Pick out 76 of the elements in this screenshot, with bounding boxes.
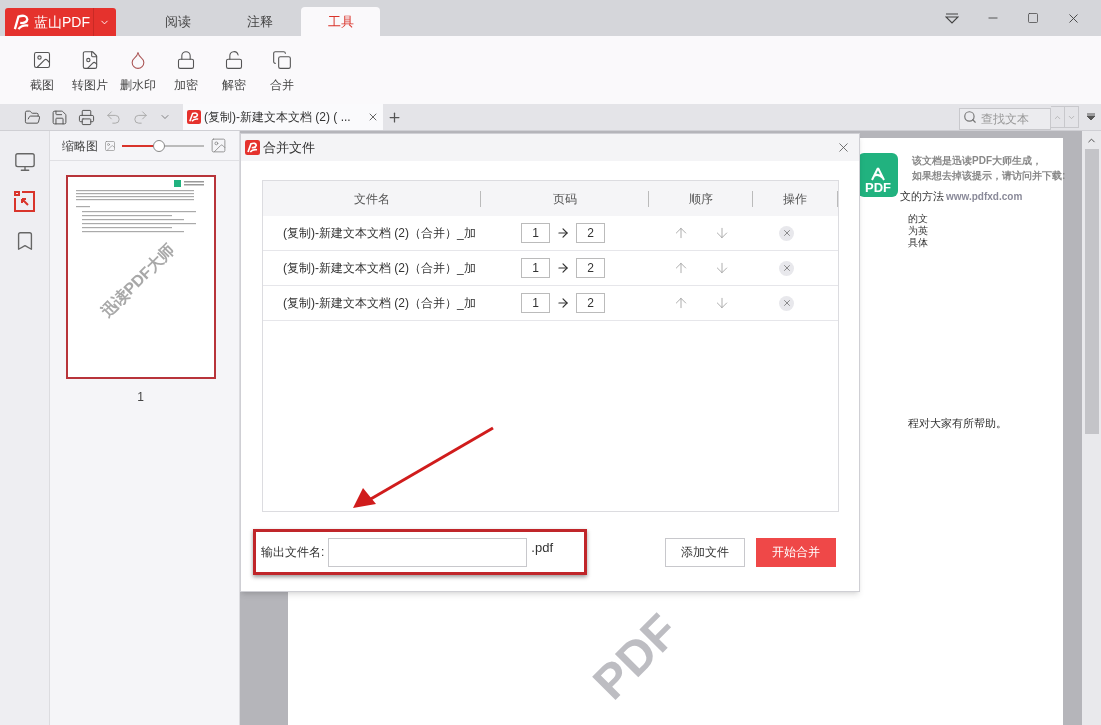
- page-number: 1: [137, 389, 144, 406]
- app-menu-button[interactable]: 蓝山PDF: [5, 8, 116, 36]
- document-tab[interactable]: (复制)-新建文本文档 (2) ( ...: [183, 104, 383, 130]
- file-name-cell-text: (复制)-新建文本文档 (2)（合并）_加: [282, 260, 477, 277]
- output-name-field[interactable]: [328, 537, 528, 567]
- column-header: 顺序: [687, 190, 714, 208]
- copy-icon: [272, 50, 292, 70]
- page-from-field[interactable]: 1: [521, 223, 550, 243]
- close-tab-icon[interactable]: [367, 111, 379, 123]
- column-header: 页码: [551, 190, 578, 208]
- remove-icon[interactable]: [779, 225, 794, 241]
- ribbon-tab[interactable]: 工具: [301, 7, 380, 36]
- file-name-cell-text: (复制)-新建文本文档 (2)（合并）_加: [282, 295, 477, 312]
- large-image-icon[interactable]: [210, 137, 227, 154]
- search-field[interactable]: 查找文本: [959, 108, 1051, 130]
- body-text: 为英: [908, 225, 928, 237]
- more-icon[interactable]: [1087, 113, 1095, 121]
- ribbon-tab[interactable]: 阅读: [137, 7, 219, 36]
- page-from-field[interactable]: 1: [521, 293, 550, 313]
- thumbnail-icon[interactable]: [14, 191, 35, 212]
- save-icon[interactable]: [51, 108, 68, 126]
- ribbon-tool-button[interactable]: 删水印: [118, 50, 158, 94]
- panel-icon[interactable]: [13, 151, 36, 173]
- page-to-field[interactable]: 2: [576, 258, 605, 278]
- zoom-slider[interactable]: [122, 139, 204, 152]
- app-name: 蓝山PDF: [34, 12, 90, 32]
- notice-text: 该文档是迅读PDF大师生成，: [912, 154, 1043, 168]
- slider-thumb[interactable]: [152, 139, 165, 152]
- ribbon-tool-button[interactable]: 截图: [22, 50, 62, 94]
- body-text: 程对大家有所帮助。: [908, 416, 1007, 431]
- search-icon: [963, 110, 977, 124]
- folder-icon[interactable]: [24, 108, 41, 126]
- arrow-right-icon: [556, 296, 570, 310]
- new-tab-icon[interactable]: [387, 109, 402, 125]
- add-file-button[interactable]: 添加文件: [665, 537, 745, 567]
- ribbon-tool-button[interactable]: 合并: [262, 50, 302, 94]
- ribbon-tool-button[interactable]: 加密: [166, 50, 206, 94]
- dropdown-menu-icon[interactable]: [945, 12, 959, 24]
- file-image-icon: [80, 50, 100, 70]
- body-text: 的文: [908, 213, 928, 225]
- column-header: 文件名: [352, 190, 391, 208]
- print-icon[interactable]: [78, 108, 95, 126]
- maximize-icon[interactable]: [1027, 12, 1039, 24]
- arrow-right-icon: [556, 226, 570, 240]
- scrollbar[interactable]: [1082, 131, 1101, 725]
- file-extension: .pdf: [531, 539, 554, 557]
- lock-icon: [176, 50, 196, 70]
- ribbon-tool-button[interactable]: 转图片: [70, 50, 110, 94]
- dialog-title: 合并文件: [263, 138, 315, 157]
- remove-icon[interactable]: [779, 295, 794, 311]
- column-header: 操作: [782, 190, 808, 208]
- document-tab-title: (复制)-新建文本文档 (2) ( ...: [204, 109, 351, 126]
- output-label: 输出文件名:: [261, 544, 325, 561]
- file-name-cell-text: (复制)-新建文本文档 (2)（合并）_加: [282, 225, 477, 242]
- panel-title: 缩略图: [62, 137, 98, 155]
- page-from-field[interactable]: 1: [521, 258, 550, 278]
- url-text: www.pdfxd.com: [946, 189, 1023, 204]
- app-logo-icon: [13, 14, 31, 30]
- heading-text: 文的方法: [900, 189, 944, 204]
- unlock-icon: [224, 50, 244, 70]
- notice-text: 如果想去掉该提示，请访问并下载:: [912, 169, 1066, 183]
- arrow-right-icon: [556, 261, 570, 275]
- pdf-logo: PDF: [858, 153, 898, 197]
- remove-icon[interactable]: [779, 260, 794, 276]
- page-to-field[interactable]: 2: [576, 293, 605, 313]
- body-text: 具体: [908, 237, 928, 249]
- image-icon: [32, 50, 52, 70]
- app-logo-icon: [245, 140, 260, 155]
- start-merge-button[interactable]: 开始合并: [756, 537, 836, 567]
- ribbon-tab[interactable]: 注释: [219, 7, 301, 36]
- small-image-icon[interactable]: [104, 139, 116, 152]
- close-icon[interactable]: [836, 140, 851, 155]
- ribbon-tool-button[interactable]: 解密: [214, 50, 254, 94]
- app-logo-icon: [187, 110, 201, 124]
- acrobat-icon: [870, 167, 886, 181]
- page-to-field[interactable]: 2: [576, 223, 605, 243]
